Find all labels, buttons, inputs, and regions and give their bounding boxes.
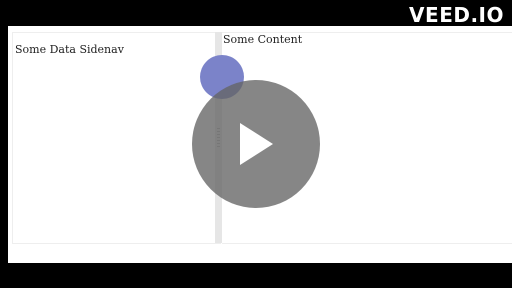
video-frame: Some Data Sidenav Some Content VEED.IO — [0, 0, 512, 288]
play-button[interactable] — [192, 80, 320, 208]
content-label: Some Content — [223, 33, 303, 46]
sidenav-label: Some Data Sidenav — [15, 43, 124, 56]
sidenav: Some Data Sidenav — [12, 32, 221, 244]
veed-watermark: VEED.IO — [409, 3, 504, 27]
play-icon — [240, 123, 273, 165]
